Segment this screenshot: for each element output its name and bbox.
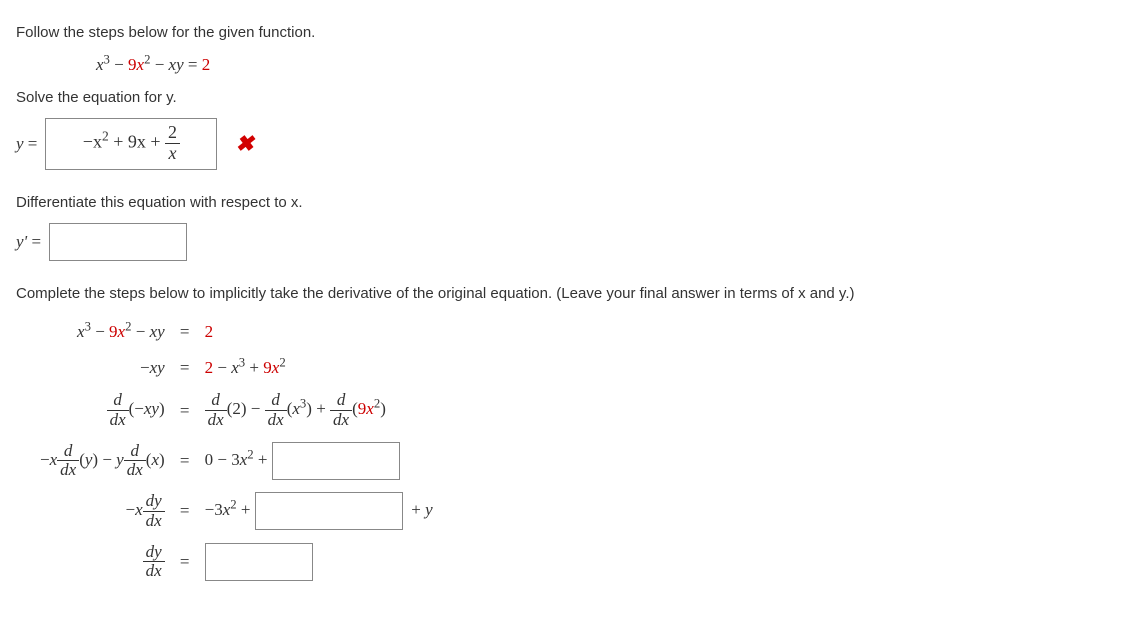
steps-table: x3 − 9x2 − xy = 2 −xy = 2 − x3 + 9x2 ddx… [36, 314, 437, 587]
step4-blank-input[interactable] [272, 442, 400, 480]
yprime-input[interactable] [49, 223, 187, 261]
step-row-1: x3 − 9x2 − xy = 2 [36, 314, 437, 350]
step-row-4: −xddx(y) − yddx(x) = 0 − 3x2 + [36, 436, 437, 486]
step-row-2: −xy = 2 − x3 + 9x2 [36, 350, 437, 386]
step-row-6: dydx = [36, 537, 437, 587]
differentiate-prompt: Differentiate this equation with respect… [16, 192, 1121, 213]
y-label: y = [16, 132, 37, 156]
step-row-3: ddx(−xy) = ddx(2) − ddx(x3) + ddx(9x2) [36, 385, 437, 435]
implicit-prompt: Complete the steps below to implicitly t… [16, 283, 1121, 304]
solve-prompt: Solve the equation for y. [16, 87, 1121, 108]
step6-blank-input[interactable] [205, 543, 313, 581]
step5-blank-input[interactable] [255, 492, 403, 530]
step-row-5: −xdydx = −3x2 + + y [36, 486, 437, 536]
incorrect-icon: ✖ [235, 133, 253, 155]
y-answer-input[interactable]: −x2 + 9x + 2x [45, 118, 217, 170]
yprime-row: y' = [16, 223, 1121, 261]
yprime-label: y' = [16, 230, 41, 254]
y-equals-row: y = −x2 + 9x + 2x ✖ [16, 118, 1121, 170]
instruction-text: Follow the steps below for the given fun… [16, 22, 1121, 43]
given-equation: x3 − 9x2 − xy = 2 [96, 53, 1121, 77]
